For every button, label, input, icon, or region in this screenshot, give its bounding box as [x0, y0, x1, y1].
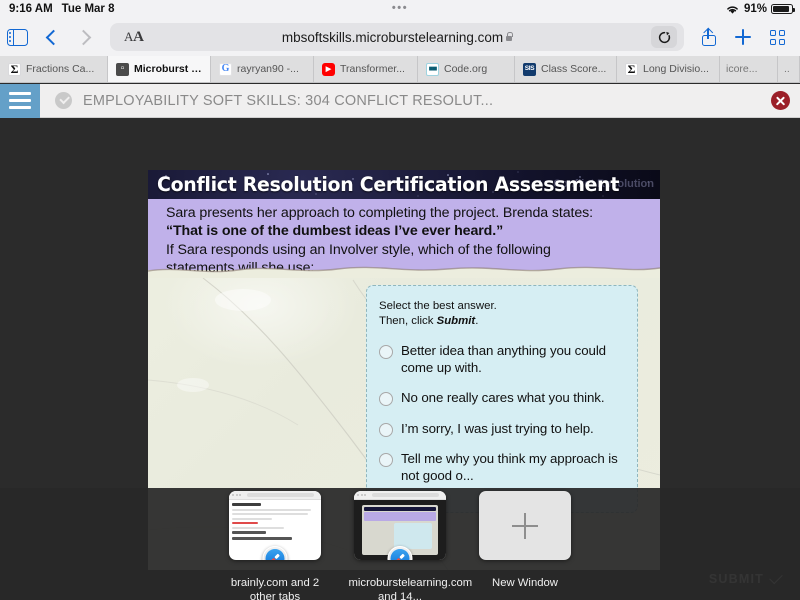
sigma-icon: Σ — [8, 63, 21, 76]
youtube-icon: ▶ — [322, 63, 335, 76]
radio-button[interactable] — [379, 345, 393, 359]
address-bar[interactable]: AA mbsoftskills.microburstelearning.com — [110, 23, 684, 51]
sidebar-toggle-button[interactable] — [0, 22, 34, 52]
window-switcher-label: brainly.com and 2 other tabs — [224, 577, 327, 600]
thumbnail-toolbar — [229, 491, 321, 500]
plus-icon — [735, 29, 751, 45]
tab-label: Class Score... — [541, 63, 606, 75]
sidebar-icon — [7, 29, 28, 46]
close-icon[interactable] — [771, 91, 790, 110]
question-block: Sara presents her approach to completing… — [148, 199, 660, 270]
codeorg-icon: ■■ — [426, 63, 439, 76]
window-switcher-label: microburstelearning.com and 14... — [349, 577, 452, 600]
question-line: Sara presents her approach to completing… — [166, 204, 646, 222]
window-switcher-item[interactable]: microburstelearning.com and 14... — [349, 491, 452, 600]
battery-icon — [771, 4, 793, 15]
answer-option-3[interactable]: I’m sorry, I was just trying to help. — [379, 421, 625, 437]
thumbnail-toolbar — [354, 491, 446, 500]
radio-button[interactable] — [379, 453, 393, 467]
browser-tab-overflow-more[interactable]: .. — [778, 56, 800, 82]
new-window-item[interactable]: New Window — [474, 491, 577, 591]
question-line-quote: “That is one of the dumbest ideas I’ve e… — [166, 222, 646, 240]
window-switcher-label: New Window — [474, 577, 577, 591]
hamburger-menu-button[interactable] — [0, 84, 40, 118]
answer-option-label: No one really cares what you think. — [401, 390, 604, 406]
ios-status-bar: 9:16 AM Tue Mar 8 ••• 91% — [0, 0, 800, 18]
course-header-bar: EMPLOYABILITY SOFT SKILLS: 304 CONFLICT … — [0, 84, 800, 118]
radio-button[interactable] — [379, 392, 393, 406]
check-circle-icon — [55, 92, 72, 109]
new-tab-button[interactable] — [726, 22, 760, 52]
answer-panel: Select the best answer. Then, click Subm… — [366, 285, 638, 513]
browser-tab-active[interactable]: ▫ Microburst L... — [108, 56, 211, 82]
tab-label: Code.org — [444, 63, 487, 75]
new-window-tile[interactable] — [479, 491, 571, 560]
text-size-button[interactable]: AA — [124, 29, 144, 46]
question-line: statements will she use: — [166, 259, 646, 277]
sis-icon: SIS — [523, 63, 536, 76]
browser-tab[interactable]: SIS Class Score... — [515, 56, 617, 82]
safari-toolbar: AA mbsoftskills.microburstelearning.com — [0, 18, 800, 56]
browser-tab[interactable]: G rayryan90 -... — [211, 56, 314, 82]
tab-strip: Σ Fractions Ca... ▫ Microburst L... G ra… — [0, 56, 800, 83]
slide-title-banner: Conflict Resolution Conflict Resolution … — [148, 170, 660, 199]
answer-hint-submit-word: Submit — [437, 315, 476, 327]
reload-icon — [658, 31, 671, 44]
microburst-icon: ▫ — [116, 63, 129, 76]
tab-label: Transformer... — [340, 63, 405, 75]
tab-overview-button[interactable] — [760, 22, 794, 52]
share-icon — [702, 29, 716, 46]
safari-compass-icon — [263, 546, 288, 560]
url-display: mbsoftskills.microburstelearning.com — [110, 30, 684, 45]
presentation-stage: Conflict Resolution Conflict Resolution … — [0, 119, 800, 600]
thumbnail-content — [229, 500, 321, 545]
page-title: EMPLOYABILITY SOFT SKILLS: 304 CONFLICT … — [83, 93, 493, 109]
window-thumbnail-brainly[interactable] — [229, 491, 321, 560]
window-switcher-item[interactable]: brainly.com and 2 other tabs — [224, 491, 327, 600]
status-time: 9:16 AM — [9, 3, 53, 15]
chevron-left-icon — [45, 29, 61, 45]
answer-hint-line-2: Then, click Submit. — [379, 314, 625, 329]
chevron-right-icon — [75, 29, 91, 45]
wifi-icon — [725, 4, 740, 15]
answer-option-4[interactable]: Tell me why you think my approach is not… — [379, 451, 625, 484]
tab-label: Fractions Ca... — [26, 63, 94, 75]
answer-hint-prefix: Then, click — [379, 315, 437, 327]
browser-tab[interactable]: ▶ Transformer... — [314, 56, 418, 82]
browser-tab[interactable]: Σ Fractions Ca... — [0, 56, 108, 82]
browser-tab[interactable]: ■■ Code.org — [418, 56, 515, 82]
multitasking-dots-icon[interactable]: ••• — [392, 2, 408, 14]
back-button[interactable] — [34, 22, 68, 52]
grid-icon — [770, 30, 785, 45]
radio-button[interactable] — [379, 423, 393, 437]
share-button[interactable] — [692, 22, 726, 52]
window-switcher-overlay: brainly.com and 2 other tabs — [0, 488, 800, 600]
question-line: If Sara responds using an Involver style… — [166, 241, 646, 259]
tab-label: rayryan90 -... — [237, 63, 299, 75]
lock-icon — [506, 36, 512, 41]
reload-button[interactable] — [651, 26, 677, 48]
plus-icon — [512, 513, 538, 539]
google-icon: G — [219, 63, 232, 76]
browser-tab[interactable]: Σ Long Divisio... — [617, 56, 720, 82]
slide-title: Conflict Resolution Certification Assess… — [157, 173, 619, 196]
forward-button[interactable] — [68, 22, 102, 52]
window-thumbnail-microburst[interactable] — [354, 491, 446, 560]
sigma-icon: Σ — [625, 63, 638, 76]
ipad-safari-window: 9:16 AM Tue Mar 8 ••• 91% AA mbsoftskill — [0, 0, 800, 600]
tab-label: Microburst L... — [134, 63, 202, 75]
answer-option-label: Tell me why you think my approach is not… — [401, 451, 625, 484]
battery-percent: 91% — [744, 3, 767, 15]
answer-option-label: I’m sorry, I was just trying to help. — [401, 421, 594, 437]
answer-option-label: Better idea than anything you could come… — [401, 343, 625, 376]
browser-tab-overflow[interactable]: icore... — [720, 56, 778, 82]
answer-option-1[interactable]: Better idea than anything you could come… — [379, 343, 625, 376]
tab-label: Long Divisio... — [643, 63, 709, 75]
answer-hint-suffix: . — [475, 315, 478, 327]
answer-option-2[interactable]: No one really cares what you think. — [379, 390, 625, 406]
status-right-group: 91% — [725, 0, 793, 18]
url-text: mbsoftskills.microburstelearning.com — [282, 30, 503, 45]
answer-hint-line-1: Select the best answer. — [379, 299, 625, 314]
status-date: Tue Mar 8 — [62, 3, 115, 15]
